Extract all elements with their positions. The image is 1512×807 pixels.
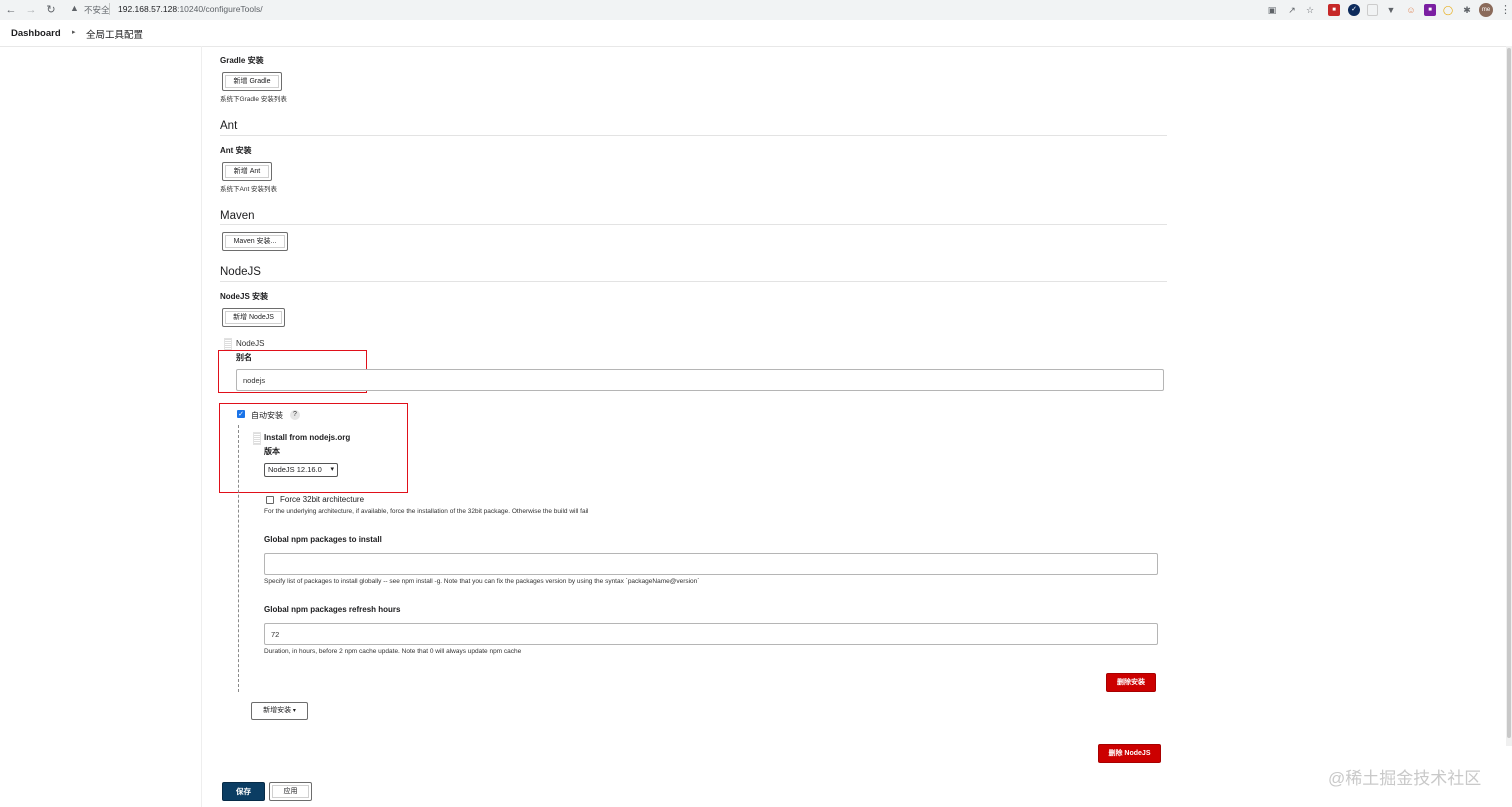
save-button[interactable]: 保存 (222, 782, 265, 801)
force32-help: For the underlying architecture, if avai… (264, 508, 589, 515)
add-gradle-button[interactable]: 新增 Gradle (222, 72, 282, 91)
annotation-box-installer (219, 403, 408, 493)
warning-icon[interactable]: ▲ (70, 3, 79, 13)
alias-label: 别名 (236, 353, 252, 362)
version-label: 版本 (264, 447, 280, 456)
delete-installer-button[interactable]: 删除安装 (1106, 673, 1156, 692)
extension-red-icon[interactable]: ■ (1328, 4, 1340, 16)
extension-ring-icon[interactable]: ◯ (1442, 4, 1454, 16)
sidebar-divider (201, 46, 202, 807)
installer-drag-handle[interactable] (253, 432, 261, 445)
gradle-help-text: 系统下Gradle 安装列表 (220, 96, 287, 103)
profile-avatar[interactable]: me (1479, 3, 1493, 17)
security-status[interactable]: 不安全 (84, 4, 110, 16)
breadcrumb-chevron-icon[interactable]: ▸ (72, 28, 76, 36)
url-path: :10240/configureTools/ (177, 4, 263, 14)
delete-nodejs-button[interactable]: 删除 NodeJS (1098, 744, 1161, 763)
npm-packages-input[interactable] (264, 553, 1158, 575)
help-question-icon[interactable]: ? (290, 410, 300, 420)
url-text[interactable]: 192.168.57.128:10240/configureTools/ (118, 4, 263, 14)
auto-install-checkbox[interactable]: ✓ (237, 410, 245, 418)
refresh-hours-input[interactable] (264, 623, 1158, 645)
extension-check-icon[interactable]: ✓ (1348, 4, 1360, 16)
translate-icon[interactable]: ▣ (1266, 4, 1278, 16)
version-select-value: NodeJS 12.16.0 (268, 465, 322, 474)
extension-purple-icon[interactable]: ■ (1424, 4, 1436, 16)
watermark: @稀土掘金技术社区 (1328, 769, 1482, 788)
nodejs-item-header: NodeJS (236, 339, 265, 348)
nodejs-section-title: NodeJS (220, 266, 261, 278)
kebab-menu-icon[interactable]: ⋮ (1500, 3, 1511, 16)
ant-section-title: Ant (220, 120, 238, 132)
maven-install-button[interactable]: Maven 安装... (222, 232, 288, 251)
forward-icon[interactable]: → (24, 3, 38, 17)
chevron-down-icon: ▾ (330, 466, 334, 473)
reload-icon[interactable]: ↻ (44, 3, 58, 17)
auto-install-label: 自动安装 (251, 411, 283, 420)
refresh-hours-help: Duration, in hours, before 2 npm cache u… (264, 648, 522, 655)
npm-packages-label: Global npm packages to install (264, 535, 382, 544)
alias-input[interactable] (236, 369, 1164, 391)
installer-tree-line (238, 425, 239, 692)
dropdown-caret-icon: ▾ (291, 708, 296, 714)
back-icon[interactable]: ← (4, 3, 18, 17)
address-divider (109, 3, 110, 15)
gradle-install-label: Gradle 安装 (220, 56, 264, 65)
breadcrumb-current[interactable]: 全局工具配置 (86, 27, 143, 41)
browser-toolbar: ← → ↻ ▲ 不安全 192.168.57.128:10240/configu… (0, 0, 1512, 21)
nodejs-section-rule (220, 281, 1167, 282)
add-ant-label: 新增 Ant (233, 168, 261, 175)
ant-section-rule (220, 135, 1167, 136)
add-nodejs-label: 新增 NodeJS (233, 314, 274, 321)
address-bar[interactable]: ▲ 不安全 192.168.57.128:10240/configureTool… (64, 2, 1320, 18)
extension-blank-icon[interactable] (1367, 4, 1378, 16)
share-icon[interactable]: ↗ (1286, 4, 1298, 16)
maven-section-title: Maven (220, 210, 255, 222)
ant-install-label: Ant 安装 (220, 146, 252, 155)
version-select[interactable]: NodeJS 12.16.0 ▾ (264, 463, 338, 477)
add-installer-label: 新增安装 (263, 707, 292, 714)
ant-help-text: 系统下Ant 安装列表 (220, 186, 278, 193)
url-host: 192.168.57.128 (118, 4, 178, 14)
scrollbar-thumb[interactable] (1507, 48, 1511, 738)
force32-label: Force 32bit architecture (280, 495, 365, 504)
add-installer-button[interactable]: 新增安装 ▾ (251, 702, 308, 720)
maven-section-rule (220, 224, 1167, 225)
npm-packages-help: Specify list of packages to install glob… (264, 578, 700, 585)
extensions-puzzle-icon[interactable]: ✱ (1461, 4, 1473, 16)
maven-install-label: Maven 安装... (233, 238, 277, 245)
bookmark-star-icon[interactable]: ☆ (1304, 4, 1316, 16)
apply-button[interactable]: 应用 (269, 782, 312, 801)
add-gradle-label: 新增 Gradle (233, 78, 271, 85)
breadcrumb: Dashboard ▸ 全局工具配置 (0, 20, 1512, 47)
force32-checkbox[interactable] (266, 496, 274, 504)
extension-face-icon[interactable]: ☺ (1405, 4, 1417, 16)
add-nodejs-button[interactable]: 新增 NodeJS (222, 308, 285, 327)
refresh-hours-label: Global npm packages refresh hours (264, 605, 401, 614)
extension-vue-icon[interactable]: ▼ (1385, 4, 1397, 16)
nodejs-install-label: NodeJS 安装 (220, 292, 269, 301)
add-ant-button[interactable]: 新增 Ant (222, 162, 272, 181)
breadcrumb-dashboard[interactable]: Dashboard (11, 28, 61, 39)
apply-label: 应用 (283, 788, 298, 795)
installer-title: Install from nodejs.org (264, 433, 351, 442)
